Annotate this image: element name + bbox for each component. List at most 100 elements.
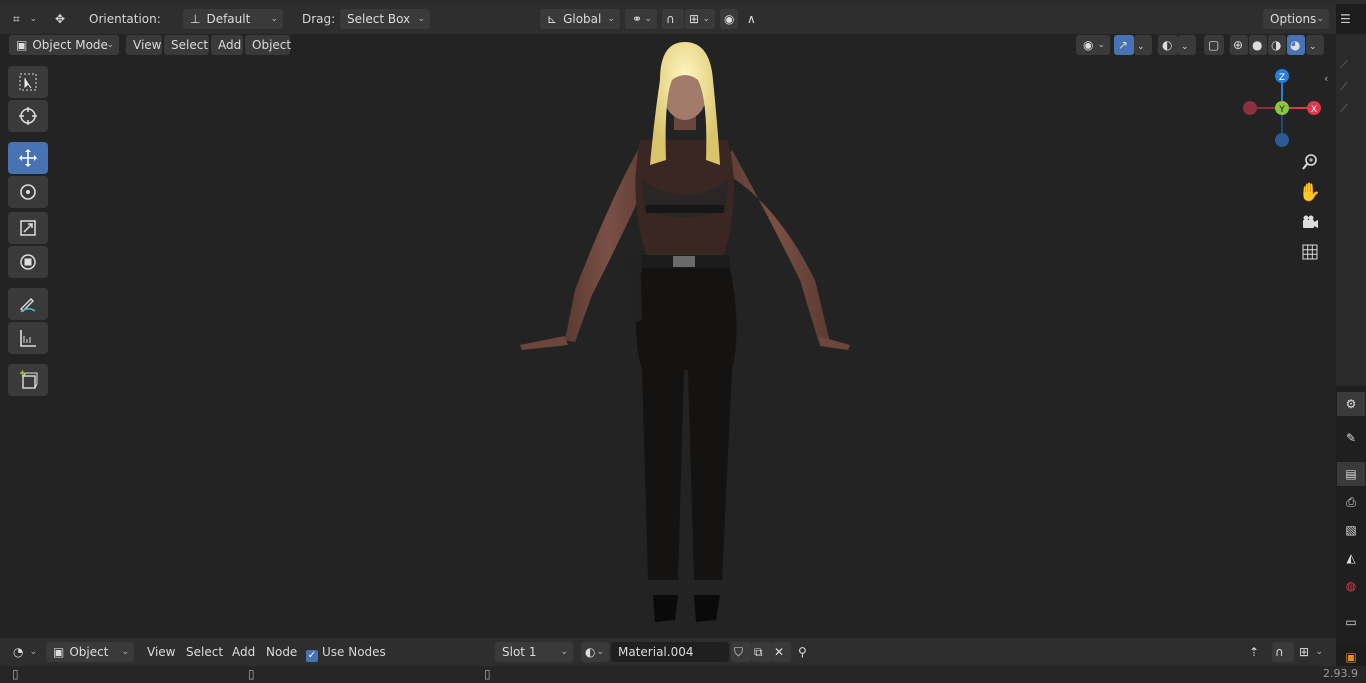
move-tool[interactable] [8, 142, 48, 174]
annotate-tool[interactable] [8, 288, 48, 320]
fake-user-button[interactable]: ⛉ [731, 642, 751, 662]
transform-tool[interactable] [8, 246, 48, 278]
sidebar-tool-icons: ⟋ ⟋ ⟋ [1340, 58, 1348, 115]
render-properties-icon[interactable]: ▤ [1337, 462, 1365, 486]
move-icon [19, 149, 37, 167]
add-cube-tool[interactable] [8, 364, 48, 396]
gizmo-x-label: X [1311, 105, 1317, 115]
orientation-label: Orientation: [89, 12, 161, 26]
add-cube-icon [20, 370, 38, 389]
node-menu-view[interactable]: View [140, 642, 176, 662]
proportional-edit-toggle[interactable]: ◉ [720, 9, 738, 29]
world-properties-icon[interactable]: ◍ [1337, 574, 1365, 598]
node-snap-toggle[interactable]: ∩ [1272, 642, 1294, 662]
gizmo-dropdown[interactable]: ⌄ [1134, 35, 1152, 55]
outliner-icon[interactable]: ☰ [1340, 12, 1364, 30]
shader-type-value: Object [69, 645, 109, 659]
chevron-left-icon[interactable]: ‹ [1324, 72, 1328, 85]
menu-add[interactable]: Add [211, 35, 243, 55]
menu-select[interactable]: Select [164, 35, 209, 55]
magnet-icon: ∩ [1275, 645, 1284, 659]
tool-properties-icon[interactable]: ⚙ [1337, 392, 1365, 416]
checkmark-icon: ✓ [306, 650, 318, 662]
slot-dropdown[interactable]: Slot 1 ⌄ [495, 642, 573, 662]
scene-properties-icon[interactable]: ◭ [1337, 546, 1365, 570]
unlink-material-button[interactable]: ✕ [771, 642, 791, 662]
node-menu-add[interactable]: Add [225, 642, 259, 662]
up-arrow-icon: ⇡ [1249, 645, 1260, 659]
mouse-middle-icon: ▯ [248, 667, 255, 681]
gizmo-z-label: Z [1279, 73, 1285, 83]
options-dropdown[interactable]: Options ⌄ [1263, 9, 1329, 29]
drag-dropdown[interactable]: Select Box ⌄ [340, 9, 430, 29]
material-shading-button[interactable]: ◑ [1268, 35, 1286, 55]
camera-icon[interactable] [1296, 208, 1324, 236]
slot-value: Slot 1 [502, 645, 537, 659]
cursor-tool[interactable] [8, 100, 48, 132]
solid-shading-button[interactable]: ● [1249, 35, 1267, 55]
collection-properties-icon[interactable]: ▭ [1337, 610, 1365, 634]
orientation-dropdown[interactable]: ⊥ Default ⌄ [183, 9, 283, 29]
snap-target-dropdown[interactable]: ⊞ ⌄ [685, 9, 715, 29]
node-snap-dropdown[interactable]: ⊞ ⌄ [1296, 642, 1328, 662]
mode-dropdown[interactable]: ▣ Object Mode ⌄ [9, 35, 119, 55]
wireframe-sphere-icon: ⊕ [1233, 38, 1244, 52]
pin-button[interactable]: ⚲ [795, 642, 817, 662]
rendered-shading-button[interactable]: ◕ [1287, 35, 1305, 55]
node-menu-select[interactable]: Select [179, 642, 225, 662]
menu-view[interactable]: View [126, 35, 162, 55]
use-nodes-checkbox[interactable]: ✓ Use Nodes [306, 642, 386, 662]
gizmo-y-label: Y [1278, 105, 1285, 115]
node-menu-node[interactable]: Node [259, 642, 299, 662]
editor-type-button-bottom[interactable]: ◔ ⌄ [6, 642, 42, 662]
overlay-dropdown[interactable]: ⌄ [1178, 35, 1196, 55]
material-name-field[interactable]: Material.004 [611, 642, 729, 662]
editor-type-button[interactable]: ⌗ ⌄ [6, 9, 42, 29]
output-properties-icon[interactable]: ⎙ [1337, 490, 1365, 514]
drag-value: Select Box [347, 12, 411, 26]
wireframe-shading-button[interactable]: ⊕ [1230, 35, 1248, 55]
transform-orientation-dropdown[interactable]: ⊾ Global ⌄ [540, 9, 620, 29]
pivot-point-dropdown[interactable]: ⚭ ⌄ [625, 9, 657, 29]
falloff-dropdown[interactable]: ∧ [740, 9, 770, 29]
navigation-gizmo[interactable]: Z Y X [1238, 66, 1328, 152]
chevron-down-icon: ⌄ [1181, 42, 1189, 52]
xray-toggle[interactable]: ▢ [1204, 35, 1224, 55]
hand-pan-icon[interactable]: ✋ [1296, 178, 1324, 206]
duplicate-material-button[interactable]: ⧉ [751, 642, 771, 662]
menu-object[interactable]: Object [245, 35, 291, 55]
object-icon: ▣ [53, 645, 65, 659]
axis-gizmo: Z Y X [1243, 69, 1321, 147]
material-browse-button[interactable]: ◐ ⌄ [581, 642, 609, 662]
grid-icon: ⌗ [13, 12, 20, 26]
rotate-tool[interactable] [8, 176, 48, 208]
use-nodes-label: Use Nodes [322, 645, 386, 659]
visibility-dropdown[interactable]: ◉ ⌄ [1076, 35, 1110, 55]
zoom-icon[interactable] [1296, 148, 1324, 176]
character-render [520, 42, 850, 622]
measure-tool[interactable] [8, 322, 48, 354]
overlay-toggle[interactable]: ◐ [1158, 35, 1178, 55]
snap-grid-icon: ⊞ [1299, 645, 1310, 659]
character-model[interactable] [470, 40, 900, 638]
link-icon: ⚭ [632, 12, 643, 26]
dot-circle-icon: ◉ [724, 12, 735, 26]
wrench-icon[interactable]: ✎ [1337, 426, 1365, 450]
snap-toggle[interactable]: ∩ [662, 9, 684, 29]
view-layer-icon[interactable]: ▧ [1337, 518, 1365, 542]
shading-dropdown[interactable]: ⌄ [1306, 35, 1324, 55]
gizmo-toggle[interactable]: ↗ [1114, 35, 1134, 55]
select-box-tool[interactable] [8, 66, 48, 98]
shader-type-dropdown[interactable]: ▣ Object ⌄ [46, 642, 134, 662]
parent-node-tree-button[interactable]: ⇡ [1246, 642, 1268, 662]
scale-tool[interactable] [8, 212, 48, 244]
pin-icon: ⚲ [798, 645, 807, 659]
eye-icon: ◉ [1083, 38, 1094, 52]
move-tool-icon[interactable]: ✥ [48, 9, 78, 29]
tool-settings-header: ⌗ ⌄ ✥ Orientation: ⊥ Default ⌄ Drag: Select… [0, 4, 1336, 34]
material-sphere-icon: ◐ [585, 645, 596, 659]
gizmo-icon: ↗ [1118, 38, 1129, 52]
ortho-grid-icon[interactable] [1296, 238, 1324, 266]
falloff-curve-icon: ∧ [747, 12, 756, 26]
copy-icon: ⧉ [754, 645, 763, 659]
